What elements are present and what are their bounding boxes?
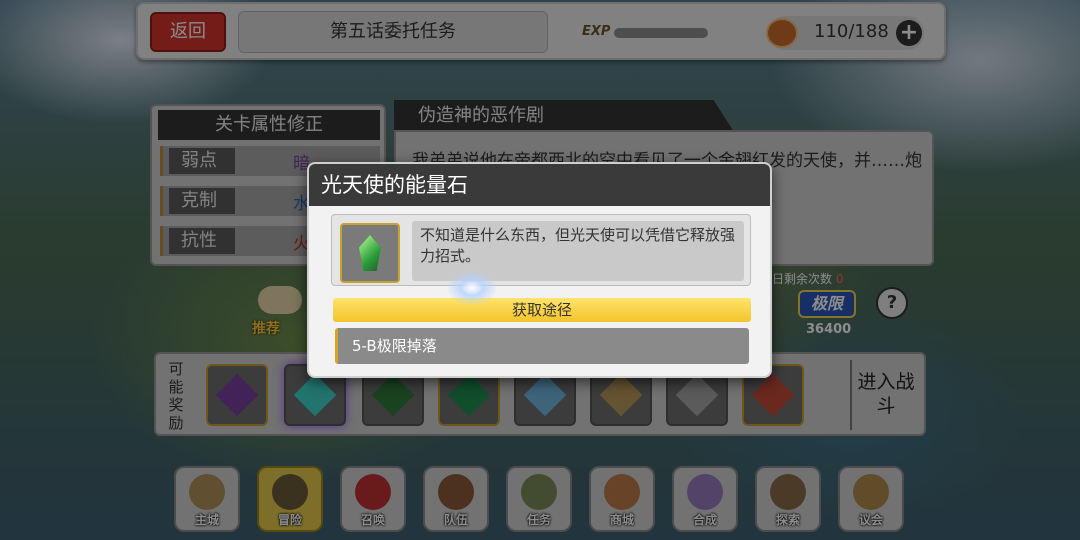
- source-item[interactable]: 5-B极限掉落: [335, 328, 749, 364]
- energy-stone-icon: [340, 223, 400, 283]
- light-flare: [446, 270, 498, 306]
- item-detail: 不知道是什么东西，但光天使可以凭借它释放强力招式。: [331, 214, 751, 286]
- item-info-modal: 光天使的能量石 不知道是什么东西，但光天使可以凭借它释放强力招式。 获取途径 5…: [307, 162, 772, 378]
- source-header: 获取途径: [333, 298, 751, 322]
- modal-title: 光天使的能量石: [309, 164, 770, 206]
- crystal-icon: [359, 235, 381, 271]
